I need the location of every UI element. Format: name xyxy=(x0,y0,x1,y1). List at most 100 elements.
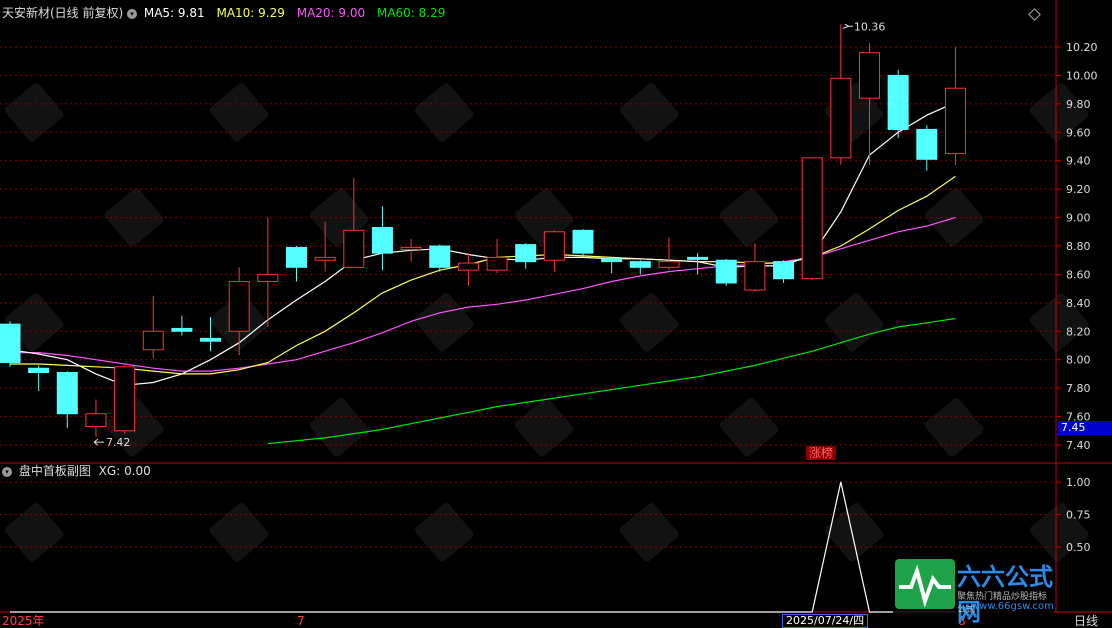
zhangbang-label: 涨榜 xyxy=(809,446,834,460)
candle-body xyxy=(658,261,680,268)
watermark-logo xyxy=(4,82,64,142)
period-label-box[interactable]: 日线 xyxy=(1074,614,1098,628)
candle xyxy=(486,238,508,274)
kline-chart[interactable]: 10.20 10.00 9.80 9.60 9.40 9.20 9.00 8.80 8.60 8.… xyxy=(0,0,1112,628)
last-price-tag: 7.45 xyxy=(1058,421,1112,435)
price-tick-label: 9.20 xyxy=(1066,183,1091,196)
watermark-tile xyxy=(414,502,474,562)
brand-logo-icon xyxy=(895,559,955,609)
candle xyxy=(457,253,479,286)
price-tick-label: 8.60 xyxy=(1066,268,1091,281)
watermark-tile xyxy=(309,397,369,457)
ma10-value: 9.29 xyxy=(258,6,285,20)
candle-body xyxy=(801,157,823,280)
sub-tick-label: 0.75 xyxy=(1066,509,1091,522)
price-tick-label: 9.60 xyxy=(1066,126,1091,139)
candle-body xyxy=(0,323,21,364)
candle-body xyxy=(629,261,651,268)
candle xyxy=(171,315,193,336)
brand-url: www.66gsw.com xyxy=(971,601,1054,612)
candle-body xyxy=(601,258,623,263)
watermark-tile xyxy=(824,292,884,352)
period-label: 日线 xyxy=(1074,614,1099,628)
candle xyxy=(801,157,823,281)
price-tick-label: 10.00 xyxy=(1066,69,1098,82)
watermark-logo xyxy=(824,292,884,352)
watermark-tile xyxy=(414,292,474,352)
candle-body xyxy=(371,227,393,254)
candle xyxy=(257,217,279,328)
xg-label: XG: xyxy=(98,464,121,478)
watermark-logo xyxy=(514,397,574,457)
watermark-logo xyxy=(209,82,269,142)
sub-tick-label: 1.00 xyxy=(1066,476,1091,489)
watermark-logo xyxy=(414,292,474,352)
candle xyxy=(715,258,737,286)
candle-body xyxy=(687,256,709,260)
price-tick-label: 9.40 xyxy=(1066,155,1091,168)
watermark-tile xyxy=(619,82,679,142)
watermark-tile xyxy=(824,502,884,562)
candle xyxy=(658,237,680,271)
price-tick-label: 8.40 xyxy=(1066,297,1091,310)
candle-body xyxy=(773,261,795,280)
candle xyxy=(744,243,766,292)
watermark-logo xyxy=(209,502,269,562)
candle-body xyxy=(343,229,365,268)
price-tick-label: 9.00 xyxy=(1066,212,1091,225)
candle xyxy=(572,228,594,256)
candle-body xyxy=(142,330,164,351)
zhangbang-tag[interactable]: 涨榜 xyxy=(806,446,837,460)
time-axis-start: 2025年 xyxy=(2,614,45,628)
annotations: 10.36 7.42 xyxy=(93,20,886,449)
candle xyxy=(916,125,938,171)
xg-value: 0.00 xyxy=(124,464,151,478)
watermark-logo xyxy=(414,82,474,142)
candle xyxy=(515,243,537,269)
candle-body xyxy=(457,262,479,271)
time-start-label: 2025年 xyxy=(2,614,45,628)
watermark-logo xyxy=(619,292,679,352)
price-tick-label: 8.20 xyxy=(1066,325,1091,338)
candle xyxy=(85,399,107,437)
candle-body xyxy=(257,273,279,283)
price-tick-label: 10.20 xyxy=(1066,41,1098,54)
candle xyxy=(371,206,393,271)
high-arrow xyxy=(842,23,853,29)
candle xyxy=(0,321,21,367)
candle-body xyxy=(85,413,107,428)
candle xyxy=(286,246,307,282)
candle xyxy=(429,244,451,272)
dropdown-icon[interactable]: ▾ xyxy=(2,466,12,477)
candle-body xyxy=(859,52,880,99)
ma20-label: MA20: xyxy=(296,6,335,20)
ma20-value: 9.00 xyxy=(338,6,366,20)
low-arrow xyxy=(93,438,104,446)
candle xyxy=(601,257,623,274)
last-price-value: 7.45 xyxy=(1061,421,1086,434)
sub-tick-label: 0.50 xyxy=(1066,541,1091,554)
watermark-logo xyxy=(309,397,369,457)
candle-body xyxy=(56,372,78,415)
candle-body xyxy=(916,128,938,160)
candle-body xyxy=(286,246,307,268)
dropdown-icon[interactable]: ▾ xyxy=(127,8,138,19)
sub-header: ▾ 盘中首板副图 XG: 0.00 xyxy=(2,464,151,478)
candle xyxy=(887,69,909,138)
low-label: 7.42 xyxy=(106,436,131,449)
stock-title: 天安新材(日线 前复权) xyxy=(2,6,124,20)
candle-body xyxy=(28,367,50,374)
candle-body xyxy=(114,366,136,432)
cursor-date-label: 2025/07/24/四 xyxy=(786,614,865,627)
high-label: 10.36 xyxy=(854,20,886,33)
watermark-tile xyxy=(719,397,779,457)
watermark-logo xyxy=(619,82,679,142)
price-tick-label: 7.80 xyxy=(1066,382,1091,395)
candle-body xyxy=(744,261,766,291)
watermark-tile xyxy=(414,82,474,142)
time-axis-month: 7 xyxy=(297,614,305,628)
cursor-date-box: 2025/07/24/四 xyxy=(782,614,869,628)
candle-body xyxy=(543,231,565,261)
candle-body xyxy=(486,256,508,271)
price-tick-label: 7.40 xyxy=(1066,439,1091,452)
